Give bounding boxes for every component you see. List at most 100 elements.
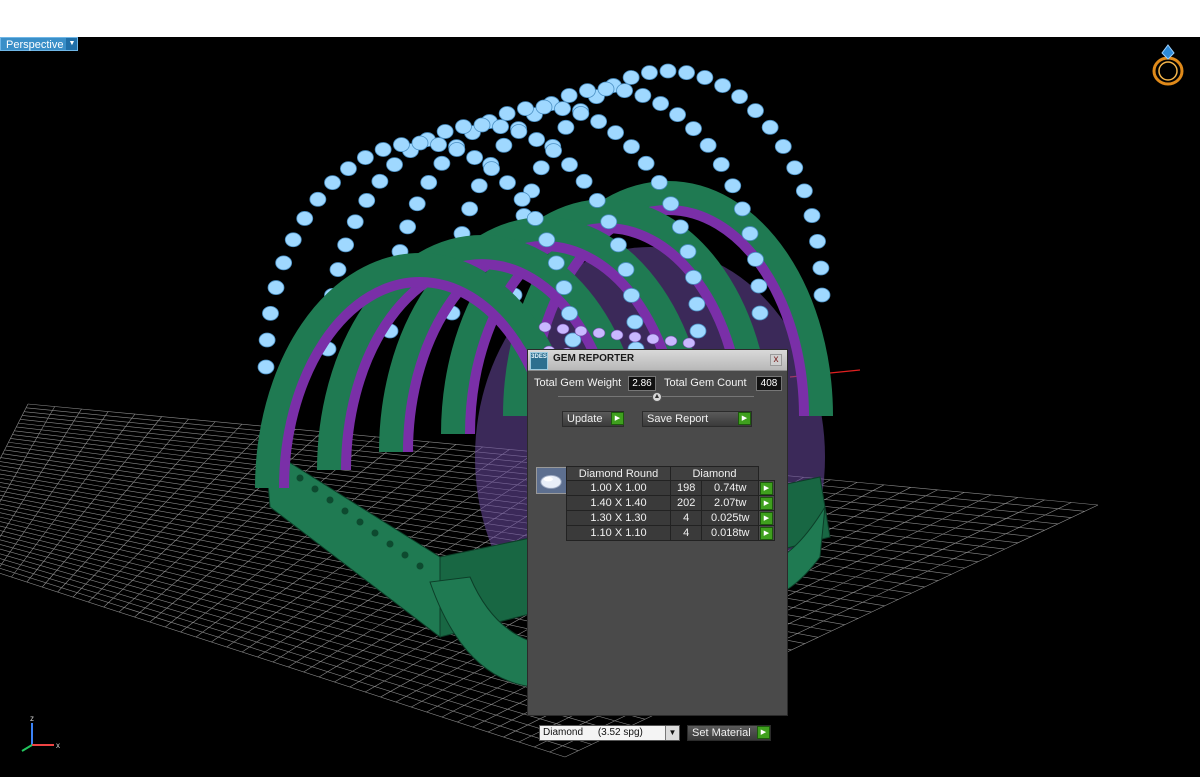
- gem-stone: [751, 305, 769, 321]
- collapse-handle-icon[interactable]: ▲: [652, 392, 662, 402]
- gem-stone: [688, 296, 706, 312]
- material-select[interactable]: Diamond (3.52 spg) ▼: [539, 725, 680, 741]
- gem-stone: [659, 63, 677, 79]
- panel-title: GEM REPORTER: [553, 353, 635, 364]
- material-spg: (3.52 spg): [597, 727, 643, 738]
- gem-stone: [678, 65, 695, 81]
- gem-stone: [411, 135, 429, 151]
- gem-count: 4: [669, 510, 703, 526]
- gem-weight: 0.74tw: [701, 480, 759, 496]
- gem-stone: [386, 157, 403, 173]
- gem-stone: [685, 121, 702, 137]
- gem-stone: [262, 305, 279, 321]
- gem-stone: [470, 178, 488, 194]
- gem-stone: [761, 119, 779, 135]
- gem-stone: [813, 287, 831, 303]
- gem-size: 1.40 X 1.40: [566, 495, 671, 511]
- play-icon: ▶: [760, 512, 773, 525]
- table-row[interactable]: 1.00 X 1.00 198 0.74tw ▶: [566, 480, 775, 496]
- close-icon[interactable]: x: [770, 354, 782, 366]
- save-report-label: Save Report: [647, 413, 709, 425]
- gem-stone: [430, 137, 447, 153]
- gem-stone: [498, 106, 516, 121]
- gem-stone: [555, 280, 573, 295]
- chevron-down-icon[interactable]: ▼: [665, 726, 679, 740]
- gem-stone: [609, 237, 627, 253]
- ring-logo-icon[interactable]: [1148, 41, 1188, 89]
- gem-stone: [637, 155, 655, 171]
- base-hole: [326, 496, 334, 504]
- viewport-label-text: Perspective: [6, 39, 64, 51]
- gem-stone: [712, 157, 730, 172]
- gem-stone: [616, 83, 633, 99]
- set-material-label: Set Material: [692, 727, 751, 739]
- gem-stone: [671, 219, 689, 235]
- column-header-material: Diamond: [670, 466, 759, 481]
- base-hole: [416, 562, 424, 570]
- gem-stone: [399, 219, 417, 235]
- material-name: Diamond: [543, 727, 584, 738]
- gem-stone: [685, 269, 702, 285]
- gem-stone: [510, 124, 528, 139]
- gem-stone: [600, 214, 618, 230]
- chevron-down-icon[interactable]: ▼: [66, 38, 78, 50]
- gem-stone: [554, 101, 571, 117]
- gem-stone: [257, 359, 275, 375]
- gem-stone: [597, 81, 615, 97]
- gem-reporter-panel[interactable]: 3DES GEM REPORTER x Total Gem Weight 2.8…: [527, 349, 788, 741]
- gem-stone: [588, 193, 606, 208]
- gem-stone: [747, 103, 764, 119]
- row-select-button[interactable]: ▶: [758, 510, 775, 526]
- gem-stone: [258, 332, 276, 348]
- 3d-viewport[interactable]: Perspective ▼ z x 3DES GEM REPORTER x To…: [0, 37, 1200, 777]
- gem-stone: [535, 99, 553, 115]
- gem-stone: [267, 280, 285, 295]
- play-icon: ▶: [760, 482, 773, 495]
- gem-stone: [371, 173, 389, 189]
- base-hole: [311, 485, 319, 493]
- total-weight-value: 2.86: [628, 376, 656, 391]
- inner-gem: [556, 323, 570, 335]
- inner-gem: [592, 327, 606, 339]
- update-go-icon[interactable]: ▶: [611, 412, 624, 425]
- gem-weight: 2.07tw: [701, 495, 759, 511]
- base-hole: [341, 507, 349, 515]
- base-hole: [386, 540, 394, 548]
- gem-stone: [473, 117, 491, 133]
- gem-stone: [652, 96, 670, 111]
- save-report-button[interactable]: Save Report: [642, 411, 752, 427]
- play-icon: ▶: [760, 497, 773, 510]
- set-material-go-icon[interactable]: ▶: [757, 726, 770, 739]
- save-report-go-icon[interactable]: ▶: [738, 412, 751, 425]
- gem-stone: [662, 196, 680, 212]
- gem-stone: [786, 160, 804, 176]
- gem-stone: [774, 139, 792, 154]
- gem-size: 1.00 X 1.00: [566, 480, 671, 496]
- gem-thumbnail-icon[interactable]: [536, 467, 567, 494]
- gem-stone: [374, 142, 392, 157]
- grid-line: [0, 406, 56, 503]
- total-count-label: Total Gem Count: [664, 377, 747, 389]
- table-row[interactable]: 1.30 X 1.30 4 0.025tw ▶: [566, 510, 775, 526]
- panel-titlebar[interactable]: 3DES GEM REPORTER x: [528, 350, 787, 371]
- gem-table: Diamond Round Diamond 1.00 X 1.00 198 0.…: [566, 466, 775, 541]
- gem-stone: [448, 142, 466, 157]
- gem-stone: [329, 262, 347, 277]
- gem-stone: [572, 106, 590, 121]
- table-row[interactable]: 1.10 X 1.10 4 0.018tw ▶: [566, 525, 775, 541]
- gem-count: 4: [669, 525, 703, 541]
- gem-stone: [650, 175, 668, 190]
- gem-size: 1.10 X 1.10: [566, 525, 671, 541]
- gem-stone: [324, 175, 341, 191]
- gem-stone: [545, 143, 562, 159]
- gem-stone: [547, 255, 565, 271]
- gem-stone: [526, 211, 544, 226]
- viewport-label[interactable]: Perspective ▼: [0, 37, 79, 51]
- gem-stone: [436, 124, 454, 139]
- row-select-button[interactable]: ▶: [758, 480, 775, 496]
- table-row[interactable]: 1.40 X 1.40 202 2.07tw ▶: [566, 495, 775, 511]
- row-select-button[interactable]: ▶: [758, 495, 775, 511]
- row-select-button[interactable]: ▶: [758, 525, 775, 541]
- gem-stone: [575, 173, 593, 189]
- gem-stone: [679, 244, 697, 259]
